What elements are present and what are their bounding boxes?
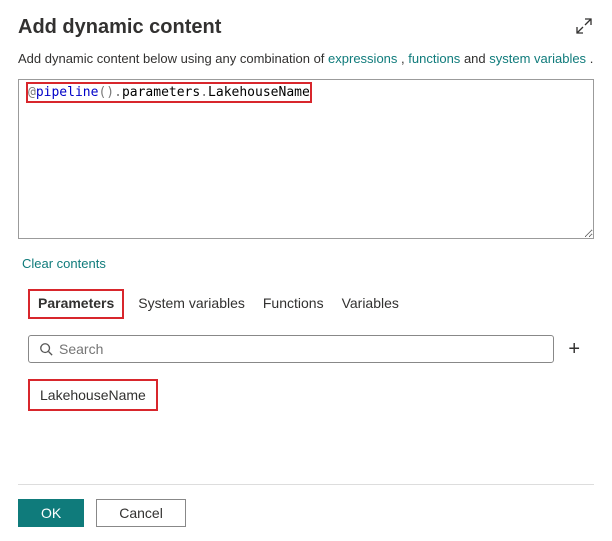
tab-variables[interactable]: Variables — [338, 289, 403, 319]
expand-icon[interactable] — [574, 16, 594, 36]
clear-contents-link[interactable]: Clear contents — [22, 256, 106, 271]
tab-functions[interactable]: Functions — [259, 289, 328, 319]
tab-system-variables[interactable]: System variables — [134, 289, 249, 319]
subtitle-text: Add dynamic content below using any comb… — [18, 49, 594, 69]
search-icon — [39, 342, 53, 356]
link-functions[interactable]: functions — [408, 51, 460, 66]
parameter-item-lakehousename[interactable]: LakehouseName — [28, 379, 158, 411]
parameters-list: LakehouseName — [18, 379, 594, 411]
ok-button[interactable]: OK — [18, 499, 84, 527]
tab-parameters[interactable]: Parameters — [28, 289, 124, 319]
link-expressions[interactable]: expressions — [328, 51, 397, 66]
add-button[interactable]: + — [564, 339, 584, 359]
expression-editor[interactable] — [18, 79, 594, 239]
tabs-bar: Parameters System variables Functions Va… — [18, 289, 594, 319]
search-box[interactable] — [28, 335, 554, 363]
expression-highlight: @pipeline().parameters.LakehouseName — [26, 82, 312, 103]
token-pipeline: pipeline — [36, 85, 99, 100]
token-at: @ — [28, 85, 36, 100]
page-title: Add dynamic content — [18, 16, 221, 39]
search-input[interactable] — [59, 341, 543, 357]
subtitle-prefix: Add dynamic content below using any comb… — [18, 51, 328, 66]
link-system-variables[interactable]: system variables — [489, 51, 586, 66]
cancel-button[interactable]: Cancel — [96, 499, 186, 527]
